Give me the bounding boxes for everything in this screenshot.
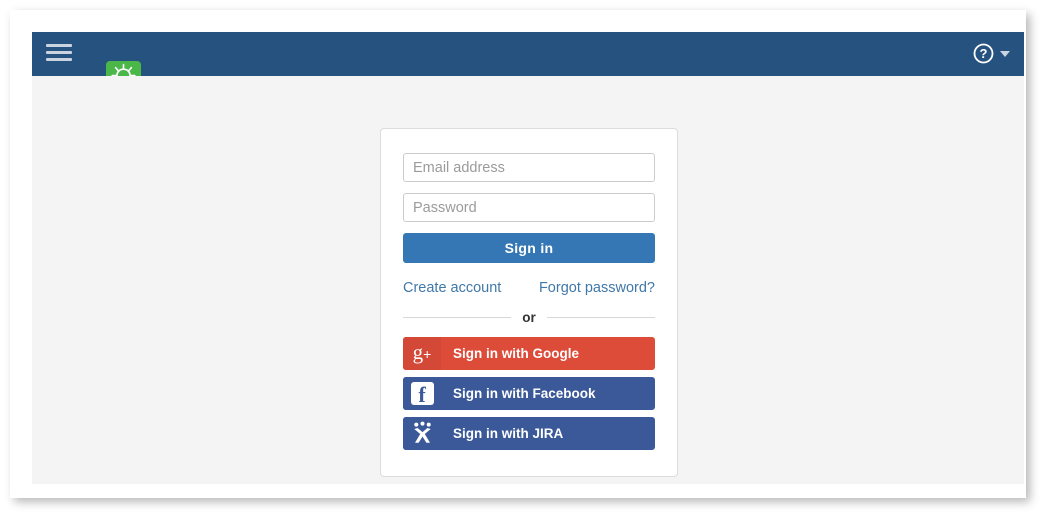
hamburger-bar [46,58,72,61]
hamburger-bar [46,44,72,47]
hamburger-bar [46,51,72,54]
divider-label: or [522,310,536,325]
divider-rule-left [403,317,512,318]
password-input[interactable] [403,193,655,222]
google-button-label: Sign in with Google [453,346,579,361]
page-content: Sign in Create account Forgot password? … [32,76,1024,484]
email-input[interactable] [403,153,655,182]
hamburger-menu-icon[interactable] [46,44,72,64]
forgot-password-link[interactable]: Forgot password? [539,280,655,296]
sign-in-with-google-button[interactable]: g+ Sign in with Google [403,337,655,370]
svg-text:?: ? [980,46,988,61]
facebook-icon: f [403,377,441,410]
facebook-glyph: f [418,382,426,407]
jira-button-label: Sign in with JIRA [453,426,564,441]
screenshot-root: ? Sign in Create account Forgot password… [0,0,1047,524]
page-sheet: ? Sign in Create account Forgot password… [10,10,1026,498]
google-plus-icon: g+ [403,337,441,370]
login-card: Sign in Create account Forgot password? … [380,128,678,477]
or-divider: or [403,310,655,325]
sign-in-with-jira-button[interactable]: Sign in with JIRA [403,417,655,450]
jira-person-icon [403,417,441,450]
divider-rule-right [546,317,655,318]
app-window: ? Sign in Create account Forgot password… [32,32,1024,484]
sign-in-button[interactable]: Sign in [403,233,655,263]
question-mark-circle-icon[interactable]: ? [973,43,994,64]
help-menu[interactable]: ? [973,43,1010,64]
create-account-link[interactable]: Create account [403,280,501,296]
sign-in-with-facebook-button[interactable]: f Sign in with Facebook [403,377,655,410]
google-plus-glyph: g+ [412,340,432,364]
facebook-tile: f [410,382,434,407]
facebook-button-label: Sign in with Facebook [453,386,596,401]
caret-down-icon[interactable] [1000,50,1010,57]
app-header: ? [32,32,1024,94]
auth-links-row: Create account Forgot password? [403,280,655,296]
